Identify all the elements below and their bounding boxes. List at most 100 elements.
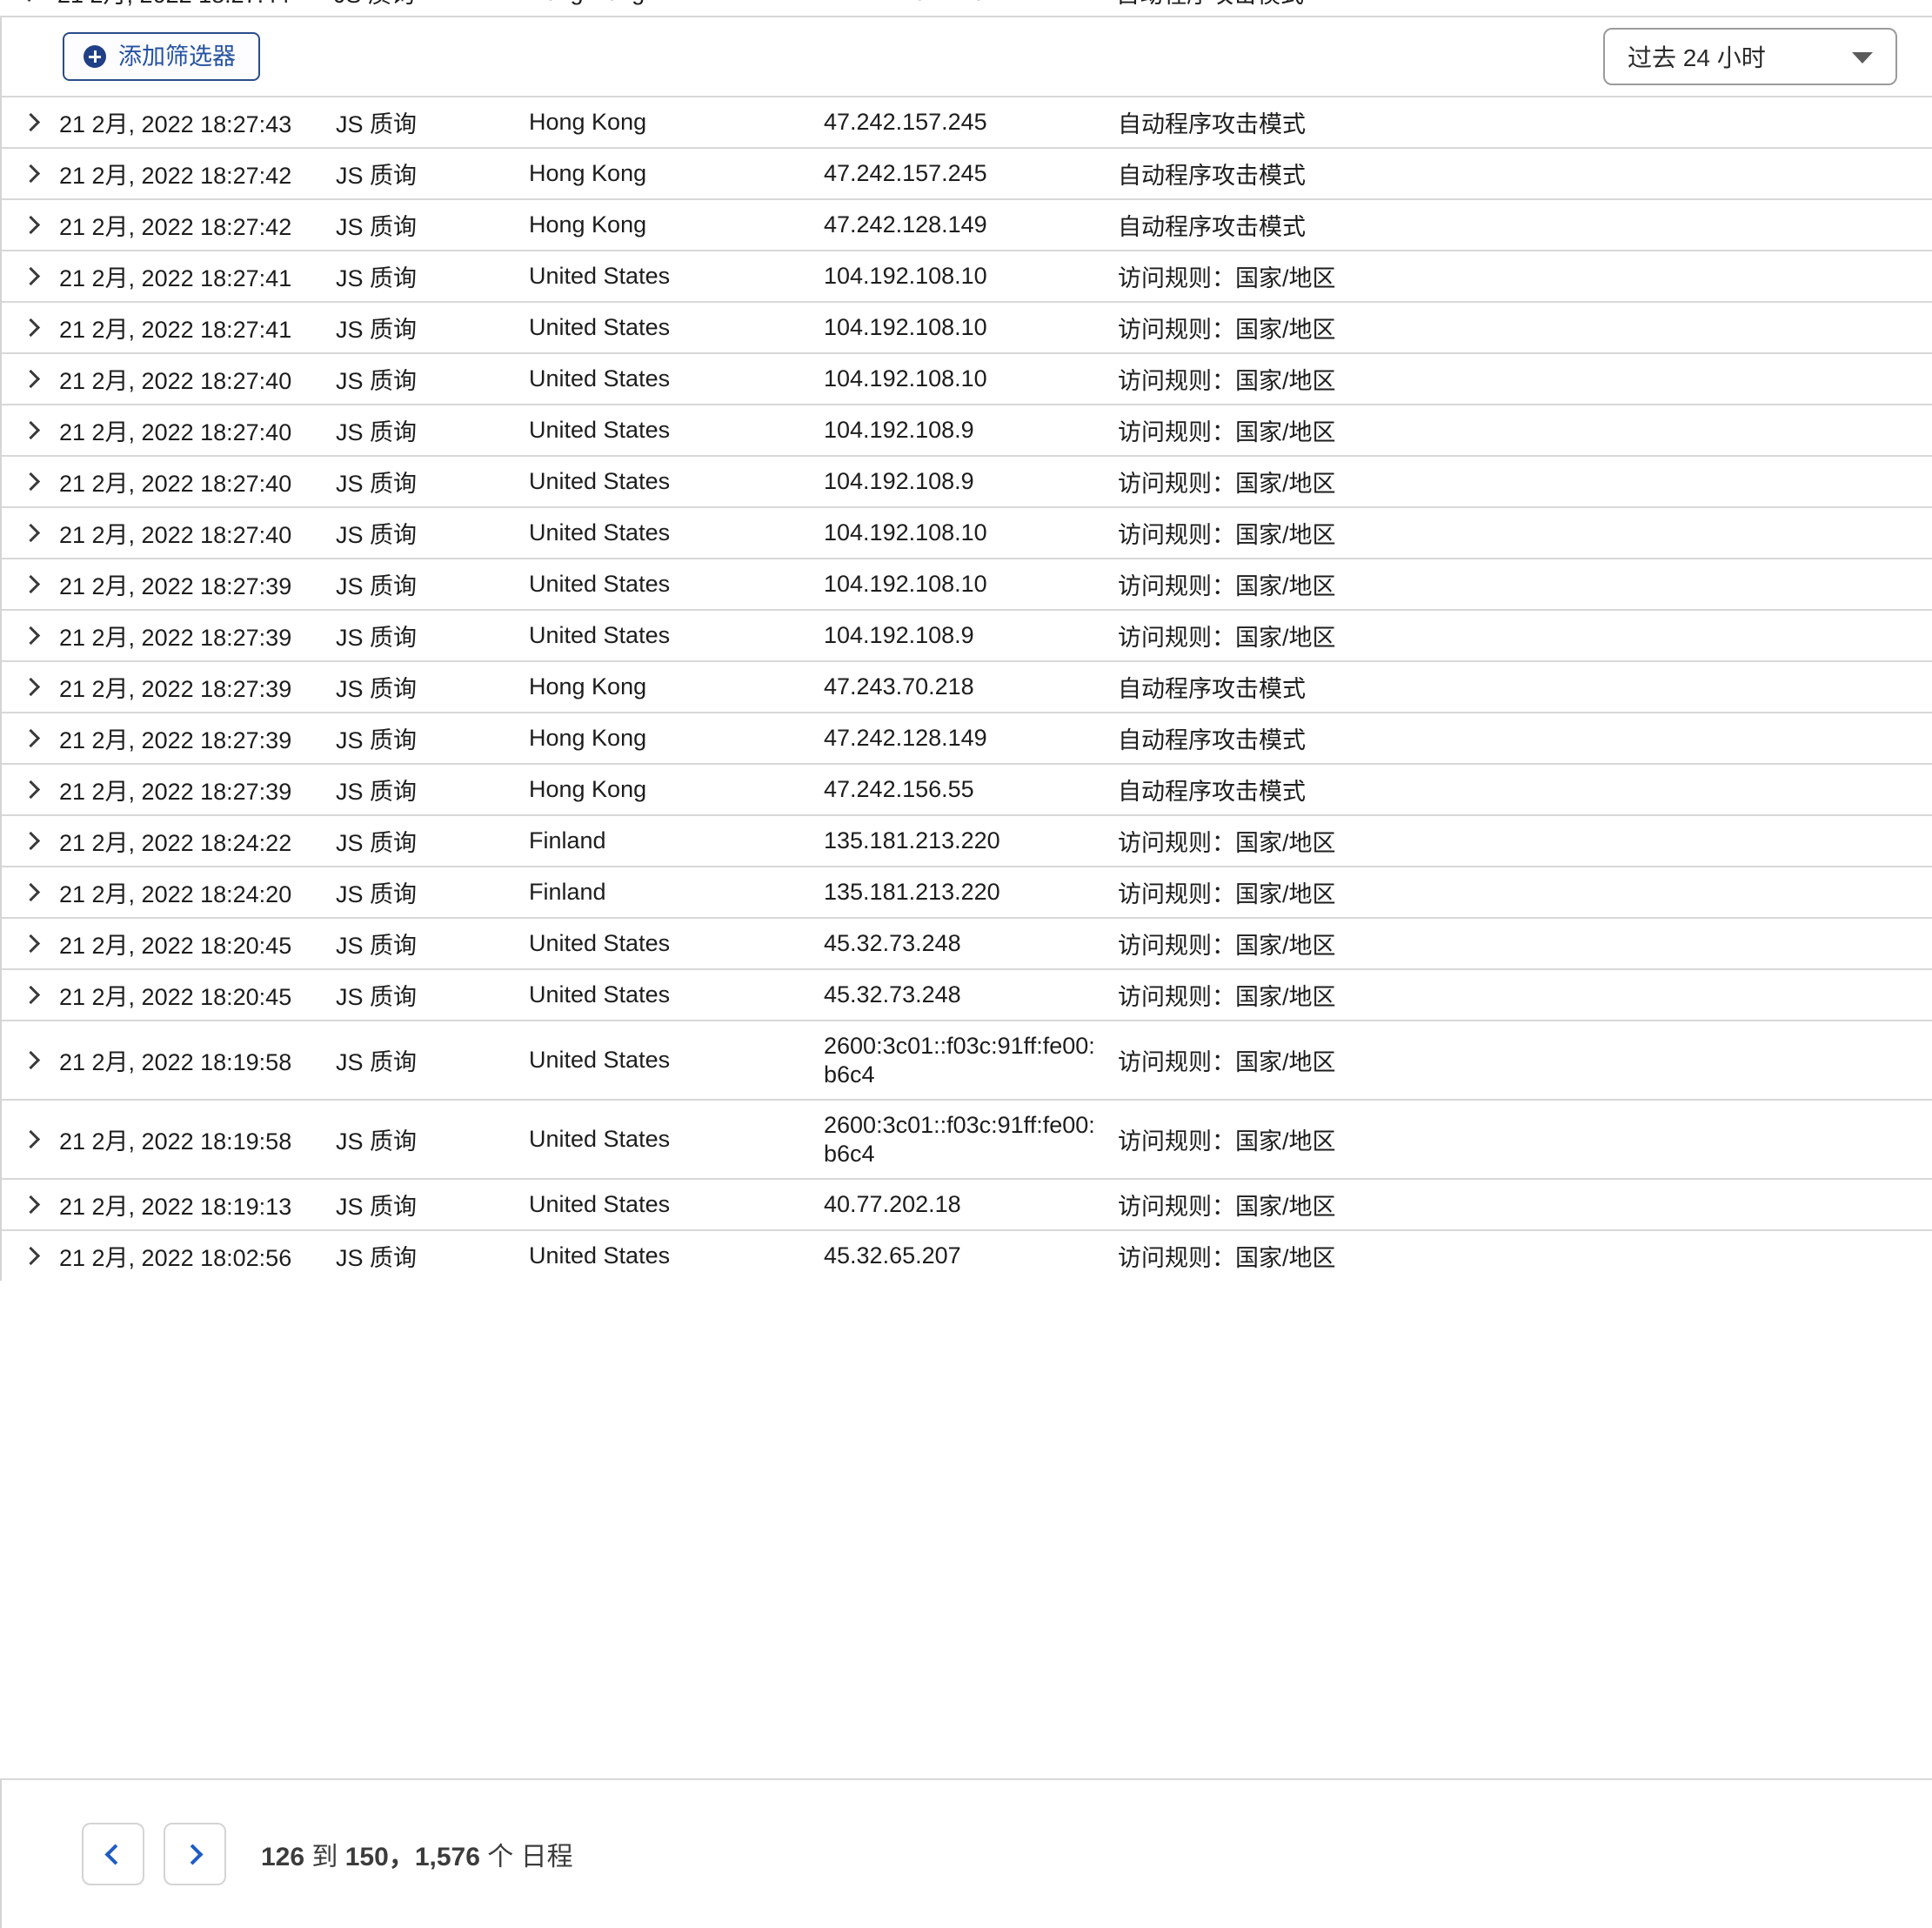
expand-row-icon[interactable]: [2, 215, 59, 235]
table-row[interactable]: 21 2月, 2022 18:02:56 JS 质询 United States 45…: [2, 1229, 1932, 1281]
cell-date: 21 2月, 2022 18:27:39: [59, 779, 292, 805]
cell-ip: 104.192.108.9: [824, 417, 974, 444]
cell-country: United States: [529, 930, 671, 956]
pagination-summary: 126 到 150，1,576 个 日程: [261, 1835, 573, 1873]
table-row[interactable]: 21 2月, 2022 18:20:45 JS 质询 United States 45…: [2, 917, 1932, 968]
cell-ip: 45.32.73.248: [824, 981, 961, 1008]
table-row[interactable]: 21 2月, 2022 18:27:42 JS 质询 Hong Kong 47.242…: [2, 147, 1932, 198]
table-row[interactable]: 21 2月, 2022 18:27:41 JS 质询 United States 10…: [2, 301, 1932, 352]
expand-row-icon[interactable]: [2, 985, 59, 1005]
unit-label: 日程: [520, 1843, 573, 1871]
expand-row-icon[interactable]: [2, 728, 59, 748]
expand-row-icon[interactable]: [2, 523, 59, 543]
expand-row-icon[interactable]: [2, 574, 59, 594]
table-row[interactable]: 21 2月, 2022 18:27:40 JS 质询 United States 10…: [2, 352, 1932, 404]
cell-ip: 47.242.157.245: [824, 160, 987, 187]
cell-action: JS 质询: [336, 317, 418, 343]
cell-service: 自动程序攻击模式: [1118, 676, 1306, 702]
chevron-down-icon: [1852, 52, 1873, 64]
cell-date: 21 2月, 2022 18:27:40: [59, 522, 292, 548]
table-row[interactable]: 21 2月, 2022 18:27:39 JS 质询 Hong Kong 47.242…: [2, 763, 1932, 814]
cell-action: JS 质询: [336, 625, 418, 651]
cell-action: JS 质询: [336, 368, 418, 394]
range-to-word: 到: [311, 1843, 338, 1871]
time-range-value: 过去 24 小时: [1628, 44, 1766, 71]
previous-page-button[interactable]: [82, 1823, 144, 1885]
cell-action: JS 质询: [336, 163, 418, 189]
cell-ip: 104.192.108.10: [824, 263, 987, 290]
table-row[interactable]: 21 2月, 2022 18:19:58 JS 质询 United States 26…: [2, 1099, 1932, 1178]
next-page-button[interactable]: [164, 1823, 226, 1885]
cell-date: 21 2月, 2022 18:27:39: [59, 573, 292, 599]
cell-country: Finland: [529, 879, 606, 905]
cell-ip: 45.32.73.248: [824, 930, 961, 957]
table-row[interactable]: 21 2月, 2022 18:27:40 JS 质询 United States 10…: [2, 455, 1932, 506]
cell-ip: 47.242.128.149: [824, 725, 987, 752]
cell-country: Hong Kong: [527, 0, 822, 6]
cell-service: 访问规则：国家/地区: [1118, 317, 1336, 343]
cell-date: 21 2月, 2022 18:19:13: [59, 1194, 292, 1220]
cell-action: JS 质询: [336, 522, 418, 548]
expand-row-icon[interactable]: [2, 780, 59, 800]
table-row[interactable]: 21 2月, 2022 18:27:39 JS 质询 Hong Kong 47.243…: [2, 660, 1932, 712]
cell-action: JS 质询: [336, 933, 418, 959]
cell-date: 21 2月, 2022 18:20:45: [59, 984, 292, 1010]
cell-ip: 104.192.108.10: [824, 365, 987, 392]
expand-row-icon[interactable]: [2, 626, 59, 646]
cell-country: United States: [529, 314, 671, 340]
table-row[interactable]: 21 2月, 2022 18:27:42 JS 质询 Hong Kong 47.242…: [2, 198, 1932, 250]
cell-date: 21 2月, 2022 18:27:40: [59, 419, 292, 445]
table-row[interactable]: 21 2月, 2022 18:27:41 JS 质询 United States 10…: [2, 250, 1932, 301]
cell-date: 21 2月, 2022 18:27:44: [57, 0, 334, 10]
table-row[interactable]: 21 2月, 2022 18:27:39 JS 质询 United States 10…: [2, 558, 1932, 609]
expand-row-icon[interactable]: [2, 1050, 59, 1070]
cell-service: 访问规则：国家/地区: [1118, 419, 1336, 445]
table-row[interactable]: 21 2月, 2022 18:27:39 JS 质询 Hong Kong 47.242…: [2, 712, 1932, 763]
table-row[interactable]: 21 2月, 2022 18:27:40 JS 质询 United States 10…: [2, 404, 1932, 455]
table-row[interactable]: 21 2月, 2022 18:19:58 JS 质询 United States 26…: [2, 1020, 1932, 1099]
cell-date: 21 2月, 2022 18:27:41: [59, 317, 292, 343]
cell-action: JS 质询: [336, 779, 418, 805]
expand-row-icon[interactable]: [2, 164, 59, 184]
expand-row-icon[interactable]: [2, 472, 59, 492]
cell-ip: 135.181.213.220: [824, 827, 1000, 854]
cell-service: 自动程序攻击模式: [1118, 163, 1306, 189]
cell-ip: 2600:3c01::f03c:91ff:fe00:b6c4: [824, 1111, 1095, 1167]
range-start: 126: [261, 1843, 305, 1871]
expand-row-icon[interactable]: [2, 266, 59, 286]
table-row[interactable]: 21 2月, 2022 18:24:20 JS 质询 Finland 135.181.…: [2, 866, 1932, 917]
cell-country: United States: [529, 519, 671, 546]
cell-date: 21 2月, 2022 18:27:43: [59, 111, 292, 137]
table-row[interactable]: 21 2月, 2022 18:27:39 JS 质询 United States 10…: [2, 609, 1932, 660]
cell-action: JS 质询: [336, 471, 418, 497]
cell-country: United States: [529, 365, 671, 392]
expand-row-icon[interactable]: [2, 112, 59, 132]
add-filter-button[interactable]: 添加筛选器: [63, 32, 260, 81]
expand-row-icon[interactable]: [2, 420, 59, 440]
table-row[interactable]: 21 2月, 2022 18:20:45 JS 质询 United States 45…: [2, 968, 1932, 1020]
cell-action: JS 质询: [336, 881, 418, 907]
expand-row-icon[interactable]: [2, 882, 59, 902]
cell-action: JS 质询: [336, 1194, 418, 1220]
table-row[interactable]: 21 2月, 2022 18:24:22 JS 质询 Finland 135.181.…: [2, 814, 1932, 866]
expand-row-icon[interactable]: [2, 1246, 59, 1266]
cut-off-table-row: 21 2月, 2022 18:27:44 JS 质询 Hong Kong 47.…: [0, 0, 1932, 17]
time-range-select[interactable]: 过去 24 小时: [1603, 28, 1897, 85]
table-row[interactable]: 21 2月, 2022 18:19:13 JS 质询 United States 40…: [2, 1178, 1932, 1229]
cell-service: 访问规则：国家/地区: [1118, 1194, 1336, 1220]
range-end: 150: [344, 1843, 389, 1871]
expand-row-icon[interactable]: [2, 1129, 59, 1149]
cell-service: 访问规则：国家/地区: [1118, 265, 1336, 291]
expand-row-icon[interactable]: [2, 831, 59, 851]
expand-row-icon[interactable]: [2, 369, 59, 389]
table-row[interactable]: 21 2月, 2022 18:27:43 JS 质询 Hong Kong 47.242…: [2, 96, 1932, 147]
cell-action: JS 质询: [336, 419, 418, 445]
cell-action: JS 质询: [336, 573, 418, 599]
expand-row-icon[interactable]: [2, 1195, 59, 1215]
table-row[interactable]: 21 2月, 2022 18:27:40 JS 质询 United States 10…: [2, 506, 1932, 558]
expand-row-icon[interactable]: [2, 934, 59, 954]
cell-service: 访问规则：国家/地区: [1118, 1049, 1336, 1075]
expand-row-icon[interactable]: [2, 677, 59, 697]
expand-row-icon[interactable]: [2, 318, 59, 338]
cell-date: 21 2月, 2022 18:24:20: [59, 881, 292, 907]
